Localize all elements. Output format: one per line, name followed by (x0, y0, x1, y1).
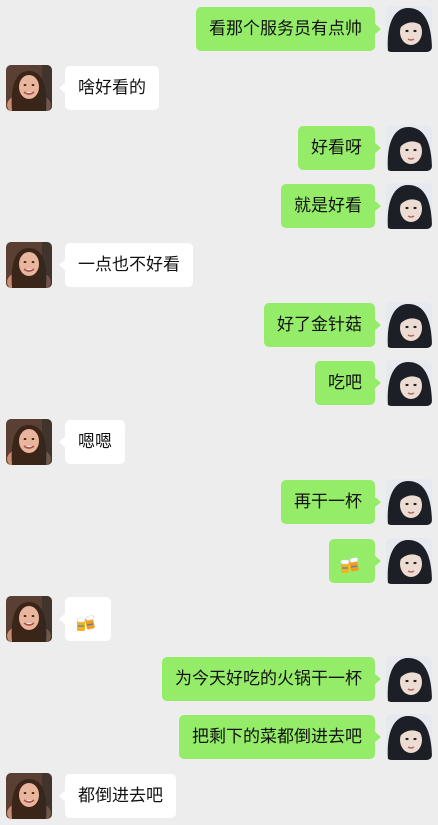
avatar[interactable] (386, 360, 432, 406)
message-bubble[interactable]: 就是好看 (281, 184, 381, 228)
message-bubble[interactable]: 都倒进去吧 (59, 774, 176, 818)
avatar[interactable] (386, 183, 432, 229)
message-bubble[interactable]: 为今天好吃的火锅干一杯 (162, 657, 381, 701)
message-row: 嗯嗯 (0, 418, 438, 466)
message-row: 一点也不好看 (0, 241, 438, 289)
message-bubble[interactable]: 嗯嗯 (59, 420, 125, 464)
message-row: 吃吧 (0, 359, 438, 407)
avatar[interactable] (386, 714, 432, 760)
message-bubble[interactable]: 吃吧 (315, 361, 381, 405)
emoji-bubble[interactable] (329, 539, 381, 583)
beer-cheers-icon (339, 549, 361, 573)
message-bubble[interactable]: 再干一杯 (281, 480, 381, 524)
avatar[interactable] (386, 125, 432, 171)
avatar[interactable] (386, 302, 432, 348)
message-bubble[interactable]: 把剩下的菜都倒进去吧 (179, 715, 381, 759)
message-row: 为今天好吃的火锅干一杯 (0, 655, 438, 703)
avatar[interactable] (386, 6, 432, 52)
message-row: 啥好看的 (0, 64, 438, 112)
message-row (0, 537, 438, 585)
message-bubble[interactable]: 啥好看的 (59, 66, 159, 110)
chat-area[interactable]: 看那个服务员有点帅 啥好看的 好看呀 就是好看 一点也不好看 好了金针菇 吃吧 … (0, 0, 438, 825)
message-row: 把剩下的菜都倒进去吧 (0, 713, 438, 761)
message-row: 看那个服务员有点帅 (0, 5, 438, 53)
message-bubble[interactable]: 一点也不好看 (59, 243, 193, 287)
message-bubble[interactable]: 好了金针菇 (264, 303, 381, 347)
message-row (0, 595, 438, 643)
avatar[interactable] (6, 596, 52, 642)
message-bubble[interactable]: 好看呀 (298, 126, 381, 170)
beer-cheers-icon (75, 607, 97, 631)
emoji-bubble[interactable] (59, 597, 111, 641)
avatar[interactable] (6, 242, 52, 288)
avatar[interactable] (6, 419, 52, 465)
message-row: 再干一杯 (0, 478, 438, 526)
avatar[interactable] (386, 538, 432, 584)
avatar[interactable] (6, 773, 52, 819)
message-bubble[interactable]: 看那个服务员有点帅 (196, 7, 381, 51)
avatar[interactable] (386, 479, 432, 525)
message-row: 好看呀 (0, 124, 438, 172)
avatar[interactable] (6, 65, 52, 111)
message-row: 好了金针菇 (0, 301, 438, 349)
message-row: 就是好看 (0, 182, 438, 230)
message-row: 都倒进去吧 (0, 772, 438, 820)
avatar[interactable] (386, 656, 432, 702)
